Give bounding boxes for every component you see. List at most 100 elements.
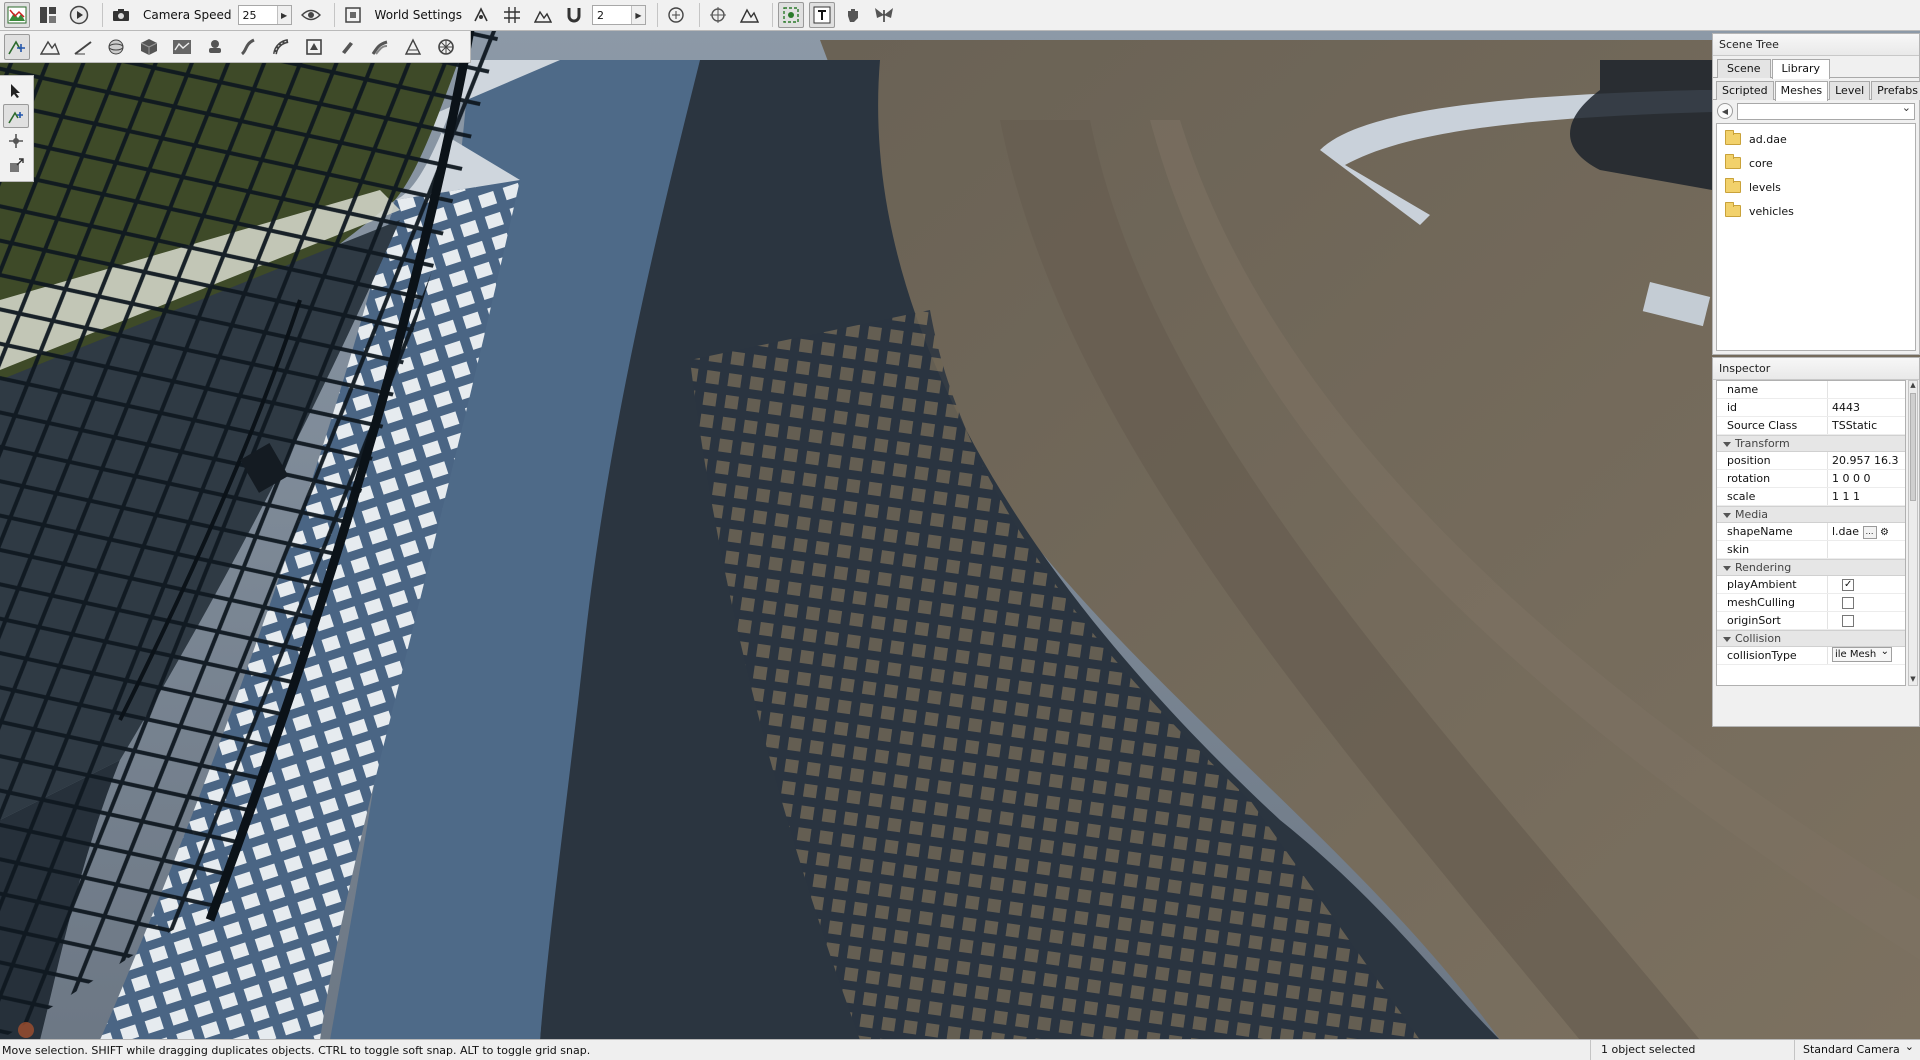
list-item[interactable]: ad.dae <box>1717 127 1915 151</box>
play-ambient-checkbox[interactable] <box>1842 576 1854 593</box>
selection-box-icon[interactable] <box>777 2 804 28</box>
property-row-origin-sort[interactable]: originSort <box>1717 612 1905 630</box>
group-rendering[interactable]: Rendering <box>1717 559 1905 576</box>
grid-icon[interactable] <box>499 2 525 28</box>
list-item[interactable]: levels <box>1717 175 1915 199</box>
inspector-property-grid: name id 4443 Source Class TSStatic Trans… <box>1716 380 1906 686</box>
map-icon[interactable] <box>4 2 30 28</box>
tab-level[interactable]: Level <box>1829 81 1871 100</box>
paint-icon[interactable] <box>70 34 96 60</box>
collision-type-dropdown[interactable]: ile Mesh <box>1832 647 1892 662</box>
world-settings-label[interactable]: World Settings <box>375 8 462 22</box>
inspector-scrollbar[interactable]: ▲ ▼ <box>1908 380 1918 686</box>
move-icon[interactable] <box>3 104 29 128</box>
snap-size-spinner[interactable]: 2 ▶ <box>591 5 646 25</box>
folder-icon <box>1725 178 1741 193</box>
scale-icon[interactable] <box>3 154 29 178</box>
toolbar-separator <box>333 3 335 27</box>
terrain-icon[interactable] <box>37 34 63 60</box>
camera-mode-dropdown[interactable]: Standard Camera <box>1794 1037 1920 1060</box>
property-row-mesh-culling[interactable]: meshCulling <box>1717 594 1905 612</box>
terrain-snap-icon[interactable] <box>530 2 556 28</box>
position-field[interactable]: 20.957 16.3 <box>1828 452 1905 469</box>
path-icon[interactable] <box>169 34 195 60</box>
vehicle-icon[interactable] <box>202 34 228 60</box>
scroll-up-icon[interactable]: ▲ <box>1909 381 1917 391</box>
select-arrow-icon[interactable] <box>3 79 29 103</box>
scale-field[interactable]: 1 1 1 <box>1828 488 1905 505</box>
snap-size-value[interactable]: 2 <box>593 9 631 22</box>
toolbar-separator <box>102 3 103 27</box>
origin-sort-checkbox[interactable] <box>1842 615 1854 627</box>
camera-speed-spinner[interactable]: 25 ▶ <box>237 5 292 25</box>
list-item[interactable]: vehicles <box>1717 199 1915 223</box>
mesh-culling-checkbox[interactable] <box>1842 597 1854 609</box>
tool-palette <box>0 75 34 182</box>
camera-frame-icon[interactable] <box>340 2 366 28</box>
river-icon[interactable] <box>235 34 261 60</box>
snap-icon[interactable] <box>468 2 494 28</box>
viewport-3d[interactable] <box>0 0 1920 1060</box>
rotation-field[interactable]: 1 0 0 0 <box>1828 470 1905 487</box>
group-media[interactable]: Media <box>1717 506 1905 523</box>
scrollbar-thumb[interactable] <box>1910 393 1916 501</box>
property-row-skin[interactable]: skin <box>1717 541 1905 559</box>
play-icon[interactable] <box>66 2 92 28</box>
camera-icon[interactable] <box>108 2 134 28</box>
property-label: position <box>1717 452 1828 469</box>
chevron-right-icon[interactable]: ▶ <box>630 6 645 24</box>
list-item-label: vehicles <box>1749 204 1794 218</box>
camera-speed-value[interactable]: 25 <box>239 9 277 22</box>
browse-button[interactable]: … <box>1862 525 1877 539</box>
brush-icon[interactable] <box>334 34 360 60</box>
property-label: rotation <box>1717 470 1828 487</box>
layout-icon[interactable] <box>35 2 61 28</box>
magnet-icon[interactable] <box>561 2 587 28</box>
object-editor-icon[interactable] <box>4 33 30 60</box>
road-icon[interactable] <box>268 34 294 60</box>
chevron-right-icon[interactable]: ▶ <box>276 6 291 24</box>
property-row-shape-name[interactable]: shapeName l.dae … ⚙ <box>1717 523 1905 541</box>
scroll-down-icon[interactable]: ▼ <box>1909 675 1917 685</box>
group-collision[interactable]: Collision <box>1717 630 1905 647</box>
property-row-rotation[interactable]: rotation 1 0 0 0 <box>1717 470 1905 488</box>
property-row-id: id 4443 <box>1717 399 1905 417</box>
hand-icon[interactable] <box>840 2 866 28</box>
text-icon[interactable] <box>808 2 835 28</box>
sphere-icon[interactable] <box>103 34 129 60</box>
shape-name-value[interactable]: l.dae <box>1832 525 1859 538</box>
ruler-icon[interactable] <box>736 2 762 28</box>
butterfly-icon[interactable] <box>871 2 897 28</box>
shape-name-field[interactable]: l.dae … ⚙ <box>1828 523 1905 540</box>
name-field[interactable] <box>1828 381 1905 398</box>
wheel-icon[interactable] <box>433 34 459 60</box>
property-label: shapeName <box>1717 523 1828 540</box>
property-row-play-ambient[interactable]: playAmbient <box>1717 576 1905 594</box>
gear-icon[interactable]: ⚙ <box>1880 527 1889 538</box>
property-row-collision-type[interactable]: collisionType ile Mesh <box>1717 647 1905 665</box>
cube-icon[interactable] <box>136 34 162 60</box>
folder-icon <box>1725 130 1741 145</box>
group-transform[interactable]: Transform <box>1717 435 1905 452</box>
skin-field[interactable] <box>1828 541 1905 558</box>
property-row-name[interactable]: name <box>1717 381 1905 399</box>
property-row-scale[interactable]: scale 1 1 1 <box>1717 488 1905 506</box>
property-label: scale <box>1717 488 1828 505</box>
lock-icon[interactable] <box>663 2 689 28</box>
decal-icon[interactable] <box>400 34 426 60</box>
eye-icon[interactable] <box>298 2 324 28</box>
property-row-position[interactable]: position 20.957 16.3 <box>1717 452 1905 470</box>
list-item[interactable]: core <box>1717 151 1915 175</box>
forest-icon[interactable] <box>301 34 327 60</box>
target-icon[interactable] <box>705 2 731 28</box>
mesh-road-icon[interactable] <box>367 34 393 60</box>
tab-scripted[interactable]: Scripted <box>1716 81 1774 100</box>
tab-library[interactable]: Library <box>1771 59 1831 79</box>
tab-scene[interactable]: Scene <box>1717 59 1771 78</box>
tab-prefabs[interactable]: Prefabs <box>1871 81 1920 100</box>
status-bar: Move selection. SHIFT while dragging dup… <box>0 1037 1920 1060</box>
rotate-icon[interactable] <box>3 129 29 153</box>
library-path-dropdown[interactable] <box>1737 101 1915 120</box>
back-arrow-icon[interactable]: ◀ <box>1717 103 1733 119</box>
tab-meshes[interactable]: Meshes <box>1774 81 1829 101</box>
